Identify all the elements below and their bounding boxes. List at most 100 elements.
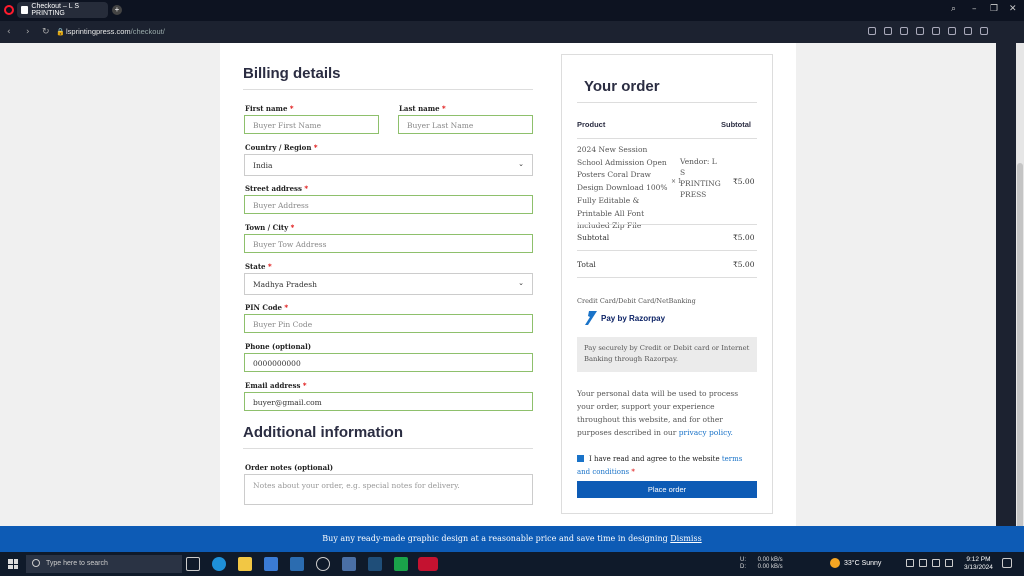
new-tab-button[interactable]: + [112,5,122,15]
email-label: Email address * [245,381,307,390]
url-field[interactable]: lsprintingpress.com/checkout/ [66,27,165,36]
toolbar-icons [868,27,988,35]
product-vendor: Vendor: L S PRINTING PRESS [680,157,721,199]
browser-tab[interactable]: Checkout – L S PRINTING [17,2,108,18]
site-favicon-icon [21,6,29,14]
scrollbar-thumb[interactable] [1017,163,1023,543]
forward-icon[interactable]: › [26,27,30,37]
terms-checkbox-row[interactable]: I have read and agree to the website ter… [577,453,757,479]
heart-icon[interactable] [948,27,956,35]
mail-icon[interactable] [290,557,304,571]
col-product: Product [577,120,606,129]
razorpay-brand: Pay by Razorpay [601,313,666,323]
address-bar: ‹ › ↻ 🔒 lsprintingpress.com/checkout/ [0,21,1024,43]
app-icon[interactable] [342,557,356,571]
url-path: /checkout/ [130,27,165,36]
network-icon[interactable] [919,559,927,567]
chevron-down-icon: ⌄ [518,160,524,168]
camera-icon[interactable] [900,27,908,35]
opera-menu-icon[interactable] [4,5,14,15]
windows-start-icon[interactable] [8,559,18,569]
divider [577,138,757,139]
order-notes-field[interactable]: Notes about your order, e.g. special not… [244,474,533,505]
file-explorer-icon[interactable] [238,557,252,571]
last-name-field[interactable]: Buyer Last Name [398,115,533,134]
razorpay-logo: Pay by Razorpay [585,311,665,325]
street-address-field[interactable]: Buyer Address [244,195,533,214]
divider [577,224,757,225]
shield-icon[interactable] [916,27,924,35]
city-field[interactable]: Buyer Tow Address [244,234,533,253]
scrollbar[interactable] [1016,43,1024,543]
divider [577,102,757,103]
play-icon[interactable] [932,27,940,35]
battery-icon[interactable] [932,559,940,567]
total-value: ₹5.00 [733,260,755,269]
close-window-icon[interactable]: ✕ [1009,4,1017,14]
edit-icon[interactable] [884,27,892,35]
app-icon[interactable] [394,557,408,571]
terms-checkbox[interactable] [577,455,584,462]
email-field[interactable]: buyer@gmail.com [244,392,533,411]
product-price: ₹5.00 [733,177,755,186]
edge-icon[interactable] [212,557,226,571]
network-speed: U: 0.00 kB/s D: 0.00 kB/s [740,557,783,570]
pin-label: PIN Code * [245,303,289,312]
app-icon[interactable] [368,557,382,571]
chevron-down-icon: ⌄ [518,279,524,287]
order-notes-label: Order notes (optional) [245,463,334,472]
windows-taskbar: Type here to search U: 0.00 kB/s D: 0.00… [0,552,1024,576]
download-icon[interactable] [964,27,972,35]
pin-code-field[interactable]: Buyer Pin Code [244,314,533,333]
payment-method-title[interactable]: Credit Card/Debit Card/NetBanking [577,297,696,305]
tab-title: Checkout – L S PRINTING [31,3,79,17]
back-icon[interactable]: ‹ [7,27,11,37]
dismiss-link[interactable]: Dismiss [670,534,701,543]
weather-widget[interactable]: 33°C Sunny [830,558,881,568]
col-subtotal: Subtotal [721,120,751,129]
store-icon[interactable] [264,557,278,571]
divider [243,448,533,449]
phone-field[interactable]: 0000000000 [244,353,533,372]
notification-icon[interactable] [1002,558,1012,568]
country-value: India [253,161,273,170]
lock-icon: 🔒 [56,28,65,36]
weather-text: 33°C Sunny [844,559,882,567]
minimize-icon[interactable]: – [972,4,977,14]
task-view-icon[interactable] [186,557,200,571]
country-label: Country / Region * [245,143,318,152]
sun-icon [830,558,840,568]
payment-description: Pay securely by Credit or Debit card or … [577,337,757,372]
country-select[interactable]: India ⌄ [244,154,533,176]
state-select[interactable]: Madhya Pradesh ⌄ [244,273,533,295]
system-tray [906,559,953,567]
search-placeholder: Type here to search [46,560,108,567]
clock-app-icon[interactable] [316,557,330,571]
billing-heading: Billing details [243,65,341,82]
state-label: State * [245,262,272,271]
phone-label: Phone (optional) [245,342,312,351]
chevron-up-icon[interactable] [906,559,914,567]
divider [243,89,533,90]
taskbar-clock[interactable]: 9:12 PM 3/13/2024 [964,556,993,572]
place-order-button[interactable]: Place order [577,481,757,498]
search-tabs-icon[interactable]: ⌕ [951,4,956,14]
product-name: 2024 New Session School Admission Open P… [577,145,668,231]
profile-icon[interactable] [980,27,988,35]
search-icon [32,559,40,567]
city-label: Town / City * [245,223,295,232]
razorpay-icon [585,311,597,325]
volume-icon[interactable] [945,559,953,567]
restore-icon[interactable]: ❐ [990,4,998,14]
browser-tab-bar: Checkout – L S PRINTING + ⌕ – ❐ ✕ [0,0,1024,21]
reload-icon[interactable]: ↻ [42,27,50,37]
first-name-label: First name * [245,104,294,113]
taskbar-search[interactable]: Type here to search [26,555,182,573]
opera-taskbar-icon[interactable] [418,557,438,571]
search-icon[interactable] [868,27,876,35]
subtotal-label: Subtotal [577,233,610,242]
divider [577,250,757,251]
privacy-policy-link[interactable]: privacy policy. [679,428,733,437]
last-name-label: Last name * [399,104,446,113]
first-name-field[interactable]: Buyer First Name [244,115,379,134]
